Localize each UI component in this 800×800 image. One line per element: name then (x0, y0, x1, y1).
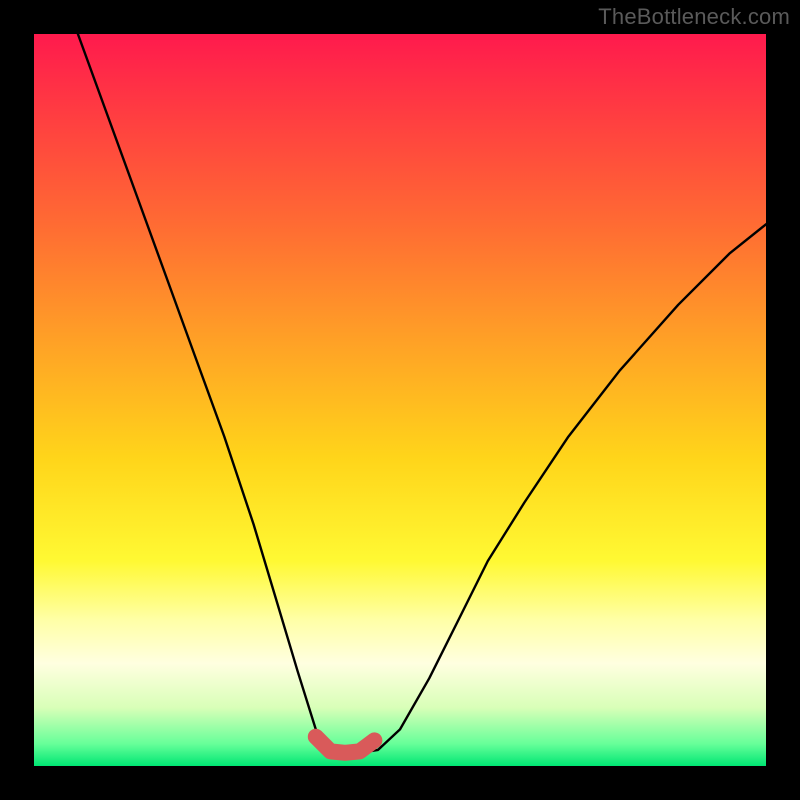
chart-frame: TheBottleneck.com (0, 0, 800, 800)
plot-area (34, 34, 766, 766)
chart-svg (34, 34, 766, 766)
valley-highlight (316, 737, 375, 753)
watermark-text: TheBottleneck.com (598, 4, 790, 30)
bottleneck-curve (78, 34, 766, 753)
